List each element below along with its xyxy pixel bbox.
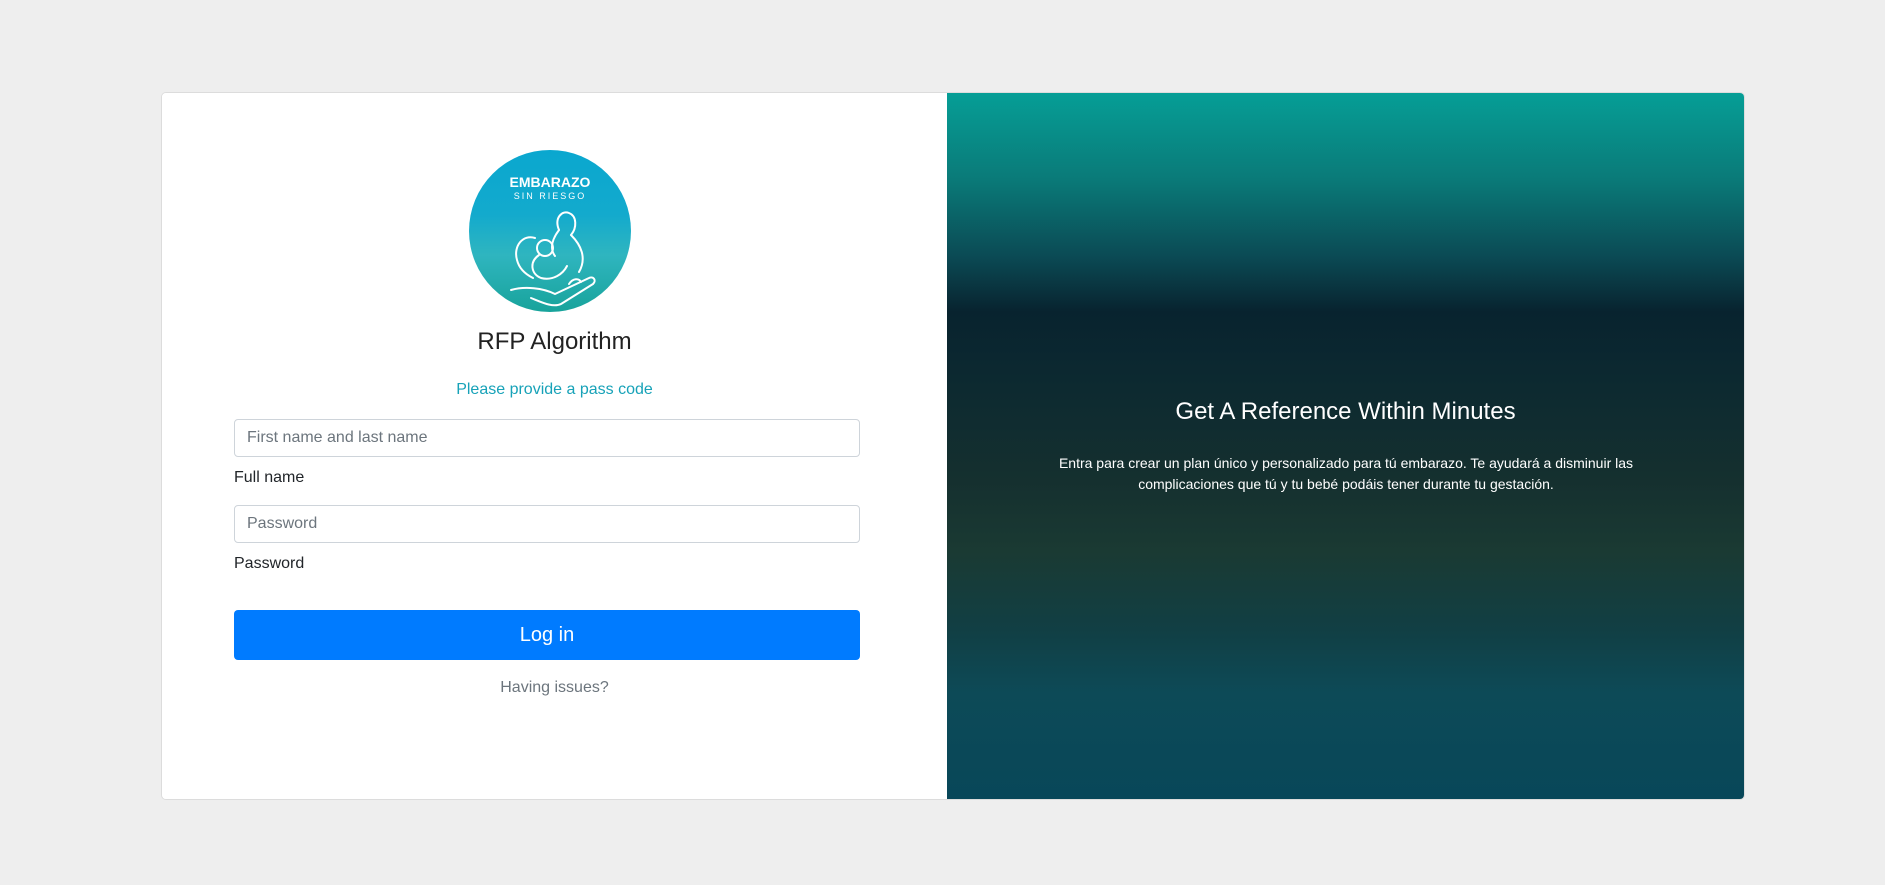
mother-child-hand-icon: EMBARAZO SIN RIESGO bbox=[510, 174, 596, 307]
having-issues-link[interactable]: Having issues? bbox=[162, 679, 947, 697]
promo-text: Entra para crear un plan único y persona… bbox=[1058, 455, 1634, 492]
password-input[interactable] bbox=[234, 505, 860, 543]
login-button[interactable]: Log in bbox=[234, 610, 860, 660]
page-title: RFP Algorithm bbox=[477, 328, 632, 355]
login-card: EMBARAZO SIN RIESGO RFP Algorithm Please… bbox=[161, 92, 1745, 800]
logo-line2: SIN RIESGO bbox=[514, 191, 587, 201]
passcode-prompt: Please provide a pass code bbox=[456, 381, 653, 398]
promo-title: Get A Reference Within Minutes bbox=[1175, 398, 1516, 425]
fullname-input[interactable] bbox=[234, 419, 860, 457]
promo-panel: Get A Reference Within Minutes Entra par… bbox=[947, 93, 1744, 799]
fullname-label: Full name bbox=[234, 469, 305, 486]
password-label: Password bbox=[234, 555, 305, 572]
brand-logo: EMBARAZO SIN RIESGO bbox=[469, 150, 631, 312]
login-panel: EMBARAZO SIN RIESGO RFP Algorithm Please… bbox=[162, 93, 947, 799]
logo-line1: EMBARAZO bbox=[510, 174, 591, 190]
